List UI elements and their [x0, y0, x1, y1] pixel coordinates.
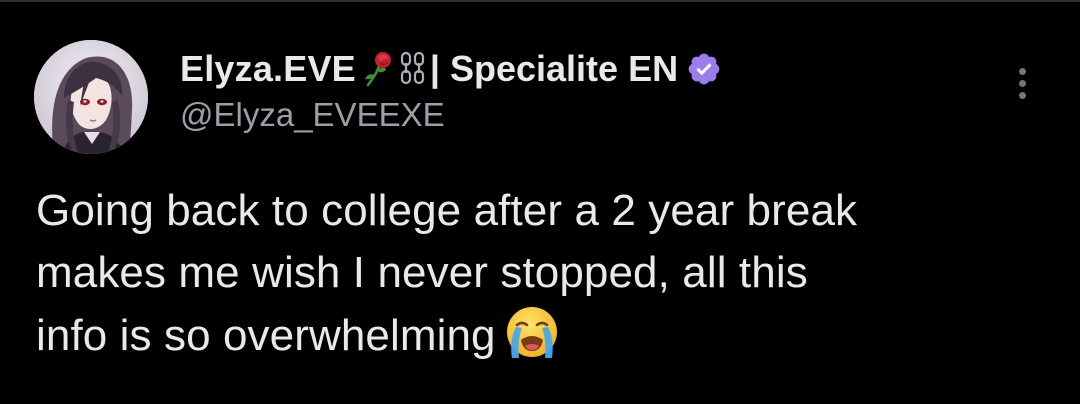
chain-icon — [400, 51, 425, 85]
tweet-header: Elyza.EVE | Specialite EN @Elyza_EVEEXE — [180, 46, 1000, 134]
author-name-row[interactable]: Elyza.EVE | Specialite EN — [180, 46, 1000, 92]
tweet-text-line-last: info is so overwhelming — [36, 304, 1046, 367]
tweet-text: Going back to college after a 2 year bre… — [36, 180, 1046, 367]
author-display-name[interactable]: Elyza.EVE — [180, 48, 356, 90]
tweet-text-line: makes me wish I never stopped, all this — [36, 248, 808, 297]
tweet[interactable]: Elyza.EVE | Specialite EN @Elyza_EVEEXE … — [0, 0, 1080, 404]
author-handle[interactable]: @Elyza_EVEEXE — [180, 96, 1000, 134]
loudly-crying-face-icon — [506, 307, 557, 358]
more-dot-icon — [1018, 67, 1026, 75]
rose-icon — [364, 52, 391, 87]
more-dot-icon — [1018, 79, 1026, 87]
avatar-image — [34, 40, 148, 154]
tweet-text-line-content: info is so overwhelming — [36, 311, 496, 360]
more-dot-icon — [1018, 91, 1026, 99]
tweet-text-line: Going back to college after a 2 year bre… — [36, 186, 858, 235]
verified-badge-icon[interactable] — [686, 51, 722, 87]
more-options-button[interactable] — [1004, 58, 1040, 108]
author-name-suffix[interactable]: | Specialite EN — [430, 48, 678, 90]
avatar[interactable] — [34, 40, 148, 154]
